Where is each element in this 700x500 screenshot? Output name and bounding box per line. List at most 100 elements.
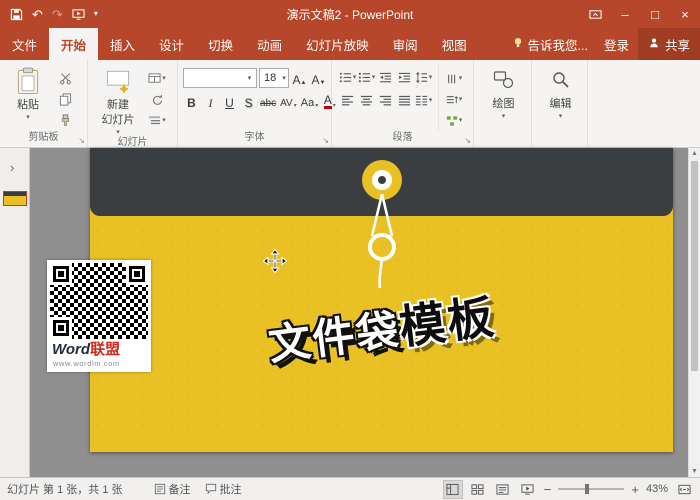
tab-insert[interactable]: 插入	[98, 28, 147, 60]
restore-button[interactable]: □	[640, 0, 670, 28]
font-dialog-launcher-icon[interactable]: ↘	[322, 137, 329, 145]
decrease-indent-button[interactable]	[376, 68, 395, 87]
undo-icon[interactable]: ↶	[32, 8, 43, 21]
paste-button[interactable]: 粘贴 ▾	[6, 64, 50, 131]
columns-button[interactable]: ▾	[414, 91, 433, 110]
paragraph-dialog-launcher-icon[interactable]: ↘	[464, 137, 471, 145]
reset-button[interactable]	[145, 90, 169, 109]
clipboard-dialog-launcher-icon[interactable]: ↘	[78, 137, 85, 145]
font-group-label: 字体	[178, 131, 331, 147]
folder-string[interactable]	[352, 192, 412, 296]
redo-icon[interactable]: ↷	[52, 8, 63, 21]
qr-code	[50, 263, 148, 339]
tab-design[interactable]: 设计	[147, 28, 196, 60]
grow-font-button[interactable]: A▲	[291, 69, 308, 88]
text-direction-button[interactable]: ▾	[442, 69, 466, 88]
zoom-out-button[interactable]: −	[544, 482, 552, 497]
watermark-brand-cn: 联盟	[90, 341, 120, 358]
paste-caret-icon: ▾	[26, 114, 30, 121]
zoom-in-button[interactable]: +	[631, 482, 639, 497]
new-slide-button[interactable]: 新建 幻灯片 ▾	[94, 64, 142, 136]
slideshow-view-button[interactable]	[519, 481, 537, 498]
statusbar-right: − + 43%	[444, 481, 693, 498]
line-spacing-button[interactable]: ▾	[414, 68, 433, 87]
watermark-url: www.wordlm.com	[50, 359, 148, 368]
tab-file[interactable]: 文件	[0, 28, 49, 60]
new-slide-caret-icon: ▾	[116, 129, 120, 136]
italic-button[interactable]: I	[202, 92, 219, 111]
font-name-combo[interactable]: ▾	[183, 68, 257, 88]
tab-home[interactable]: 开始	[49, 28, 98, 60]
slide-thumbnail-1[interactable]	[4, 192, 26, 205]
editing-group-button[interactable]: 编辑 ▾	[538, 64, 583, 131]
align-right-button[interactable]	[376, 91, 395, 110]
ribbon-options-icon[interactable]	[580, 0, 610, 28]
scrollbar-thumb[interactable]	[691, 161, 698, 371]
minimize-button[interactable]: –	[610, 0, 640, 28]
notes-button[interactable]: 备注	[154, 481, 191, 497]
tab-transitions[interactable]: 切换	[196, 28, 245, 60]
zoom-slider-thumb[interactable]	[585, 484, 589, 494]
normal-view-button[interactable]	[444, 481, 462, 498]
font-size-caret-icon[interactable]: ▾	[280, 69, 288, 87]
drawing-group-button[interactable]: 绘图 ▾	[480, 64, 527, 131]
change-case-button[interactable]: Aa▾	[300, 92, 319, 111]
underline-button[interactable]: U	[221, 92, 238, 111]
tab-slide-show[interactable]: 幻灯片放映	[294, 28, 381, 60]
comments-button[interactable]: 批注	[205, 481, 242, 497]
editing-caret-icon: ▾	[559, 113, 563, 120]
expand-pane-chevron-icon[interactable]: ›	[10, 160, 14, 175]
strikethrough-button[interactable]: abc	[259, 92, 277, 111]
zoom-level[interactable]: 43%	[646, 483, 668, 495]
share-button[interactable]: 共享	[638, 28, 700, 60]
app-window: { "titlebar": { "title": "演示文稿2 - PowerP…	[0, 0, 700, 500]
align-center-button[interactable]	[357, 91, 376, 110]
group-font: ▾ 18 ▾ A▲ A▼ B I U S abc AV▾ Aa▾	[178, 60, 332, 147]
zoom-slider[interactable]	[558, 488, 624, 490]
slide-thumbnail-pane[interactable]: ›	[0, 148, 30, 477]
tell-me-box[interactable]: 告诉我您...	[505, 35, 595, 54]
close-button[interactable]: ×	[670, 0, 700, 28]
cut-button[interactable]	[53, 69, 77, 88]
increase-indent-button[interactable]	[395, 68, 414, 87]
scroll-down-icon[interactable]: ▼	[689, 468, 700, 475]
editing-group-button-label: 编辑	[550, 95, 572, 111]
statusbar-middle: 备注 批注	[154, 481, 242, 497]
font-size-combo[interactable]: 18 ▾	[259, 68, 289, 88]
numbering-button[interactable]: ▾	[357, 68, 376, 87]
slide-canvas[interactable]: 文件袋模板	[90, 148, 673, 452]
layout-button[interactable]: ▾	[145, 69, 169, 88]
reading-view-button[interactable]	[494, 481, 512, 498]
section-button[interactable]: ▾	[145, 111, 169, 130]
bold-button[interactable]: B	[183, 92, 200, 111]
tab-review[interactable]: 审阅	[381, 28, 430, 60]
tabrow-right: 告诉我您... 登录 共享	[505, 28, 700, 60]
justify-button[interactable]	[395, 91, 414, 110]
format-painter-button[interactable]	[53, 111, 77, 130]
text-shadow-button[interactable]: S	[240, 92, 257, 111]
scroll-up-icon[interactable]: ▲	[689, 150, 700, 157]
align-text-button[interactable]: ▾	[442, 90, 466, 109]
customize-qat-icon[interactable]: ▾	[94, 10, 98, 18]
slide-sorter-view-button[interactable]	[469, 481, 487, 498]
tab-view[interactable]: 视图	[430, 28, 479, 60]
new-slide-label-2: 幻灯片	[102, 114, 135, 128]
start-slideshow-icon[interactable]	[72, 8, 85, 21]
align-left-button[interactable]	[338, 91, 357, 110]
character-spacing-button[interactable]: AV▾	[279, 92, 298, 111]
font-name-caret-icon[interactable]: ▾	[243, 69, 256, 87]
bullets-button[interactable]: ▾	[338, 68, 357, 87]
paste-icon	[16, 67, 40, 98]
vertical-scrollbar[interactable]: ▲ ▼	[688, 148, 700, 477]
shrink-font-button[interactable]: A▼	[310, 69, 327, 88]
tab-animations[interactable]: 动画	[245, 28, 294, 60]
ribbon: 粘贴 ▾ 剪贴板 ↘ 新	[0, 60, 700, 148]
qr-finder-tl	[50, 263, 72, 285]
slide-title-white-part: 文件袋	[266, 306, 403, 369]
convert-to-smartart-button[interactable]: ▾	[442, 111, 466, 130]
save-icon[interactable]	[10, 8, 23, 21]
watermark-block: Word联盟 www.wordlm.com	[47, 260, 151, 372]
sign-in-button[interactable]: 登录	[595, 35, 638, 54]
copy-button[interactable]	[53, 90, 77, 109]
fit-to-window-button[interactable]	[675, 481, 693, 498]
